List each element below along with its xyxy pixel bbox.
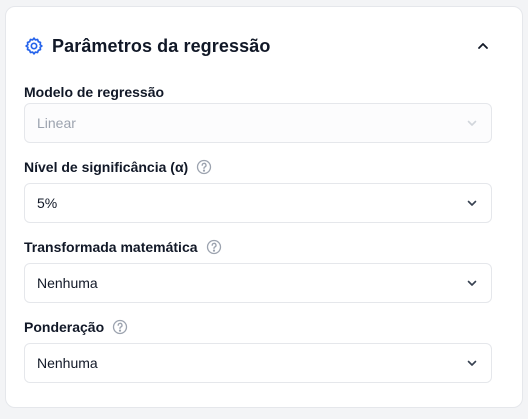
select-value: Linear	[37, 115, 76, 131]
panel-header[interactable]: Parâmetros da regressão	[24, 33, 494, 59]
field-label-significance-level: Nível de significância (α)	[24, 157, 212, 177]
chevron-down-icon	[465, 276, 479, 290]
chevron-up-icon	[478, 43, 488, 49]
weighting-select[interactable]: Nenhuma	[24, 343, 492, 383]
math-transform-select[interactable]: Nenhuma	[24, 263, 492, 303]
regression-model-select: Linear	[24, 103, 492, 143]
select-value: Nenhuma	[37, 275, 98, 291]
collapse-button[interactable]	[472, 35, 494, 57]
help-icon[interactable]	[196, 159, 212, 175]
significance-level-select[interactable]: 5%	[24, 183, 492, 223]
help-icon[interactable]	[206, 239, 222, 255]
select-value: 5%	[37, 195, 58, 211]
gear-icon	[24, 36, 44, 56]
field-label-math-transform: Transformada matemática	[24, 237, 222, 257]
help-icon[interactable]	[112, 319, 128, 335]
field-label-weighting: Ponderação	[24, 317, 128, 337]
field-label-regression-model: Modelo de regressão	[24, 84, 165, 100]
chevron-down-icon	[465, 196, 479, 210]
chevron-down-icon	[465, 356, 479, 370]
chevron-down-icon	[465, 116, 479, 130]
select-value: Nenhuma	[37, 355, 98, 371]
panel-title: Parâmetros da regressão	[52, 35, 271, 56]
